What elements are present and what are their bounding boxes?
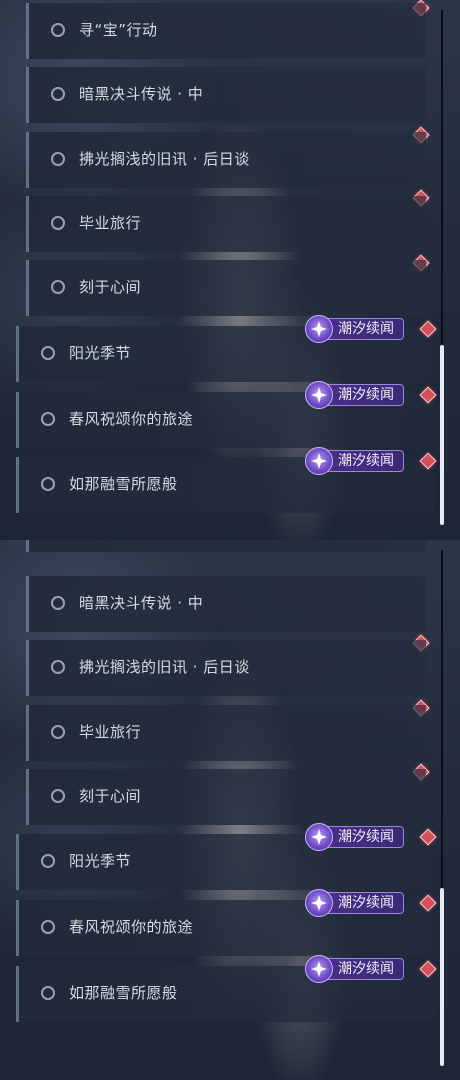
tidal-story-badge: 潮汐续闻	[305, 315, 404, 343]
radio-circle-icon	[51, 280, 65, 294]
quest-item-label: 春风祝颂你的旅途	[69, 410, 194, 428]
quest-item-label: 暗黑决斗传说 · 中	[79, 594, 204, 612]
quest-item[interactable]: 拂光搁浅的旧讯 · 后日谈	[26, 640, 426, 696]
badge-label: 潮汐续闻	[338, 387, 394, 403]
quest-item-label: 拂光搁浅的旧讯 · 后日谈	[79, 658, 250, 676]
quest-item-label: 刻于心间	[79, 787, 142, 805]
tidal-story-badge: 潮汐续闻	[305, 823, 404, 851]
badge-label: 潮汐续闻	[338, 453, 394, 469]
badge-label: 潮汐续闻	[338, 961, 394, 977]
badge-label: 潮汐续闻	[338, 829, 394, 845]
sparkle-star-icon	[305, 955, 333, 983]
quest-item-label: 春风祝颂你的旅途	[69, 918, 194, 936]
radio-circle-icon	[51, 87, 65, 101]
quest-item[interactable]: 毕业旅行	[26, 705, 426, 761]
radio-circle-icon	[41, 986, 55, 1000]
sparkle-star-icon	[305, 381, 333, 409]
tidal-story-badge: 潮汐续闻	[305, 889, 404, 917]
quest-item-label: 阳光季节	[69, 852, 132, 870]
radio-circle-icon	[51, 23, 65, 37]
quest-item[interactable]: 刻于心间	[26, 769, 426, 825]
quest-item-partial[interactable]	[26, 540, 426, 552]
badge-label: 潮汐续闻	[338, 895, 394, 911]
quest-item-label: 拂光搁浅的旧讯 · 后日谈	[79, 150, 250, 168]
quest-item-label: 寻“宝”行动	[79, 21, 158, 39]
tidal-story-badge: 潮汐续闻	[305, 447, 404, 475]
radio-circle-icon	[51, 789, 65, 803]
radio-circle-icon	[41, 412, 55, 426]
sparkle-star-icon	[305, 315, 333, 343]
scrollbar-thumb[interactable]	[440, 888, 444, 1066]
quest-item-label: 阳光季节	[69, 344, 132, 362]
radio-circle-icon	[41, 346, 55, 360]
radio-circle-icon	[41, 477, 55, 491]
sparkle-star-icon	[305, 447, 333, 475]
radio-circle-icon	[51, 216, 65, 230]
badge-label: 潮汐续闻	[338, 321, 394, 337]
quest-item[interactable]: 暗黑决斗传说 · 中	[26, 67, 426, 123]
quest-item-label: 如那融雪所愿般	[69, 475, 178, 493]
radio-circle-icon	[51, 152, 65, 166]
sparkle-star-icon	[305, 823, 333, 851]
radio-circle-icon	[41, 854, 55, 868]
quest-item-label: 毕业旅行	[79, 723, 142, 741]
quest-item-label: 如那融雪所愿般	[69, 984, 178, 1002]
radio-circle-icon	[51, 660, 65, 674]
radio-circle-icon	[51, 725, 65, 739]
quest-list-panel-bottom: 暗黑决斗传说 · 中 拂光搁浅的旧讯 · 后日谈 毕业旅行 刻于心间 阳光季节 …	[0, 540, 460, 1080]
quest-item-label: 刻于心间	[79, 278, 142, 296]
radio-circle-icon	[41, 920, 55, 934]
tidal-story-badge: 潮汐续闻	[305, 381, 404, 409]
sparkle-star-icon	[305, 889, 333, 917]
quest-item[interactable]: 暗黑决斗传说 · 中	[26, 576, 426, 632]
quest-item[interactable]: 毕业旅行	[26, 196, 426, 252]
quest-item-label: 暗黑决斗传说 · 中	[79, 85, 204, 103]
quest-item[interactable]: 寻“宝”行动	[26, 3, 426, 59]
quest-item[interactable]: 拂光搁浅的旧讯 · 后日谈	[26, 132, 426, 188]
quest-list-panel-top: 寻“宝”行动 暗黑决斗传说 · 中 拂光搁浅的旧讯 · 后日谈 毕业旅行 刻于心…	[0, 0, 460, 540]
scrollbar-thumb[interactable]	[440, 345, 444, 525]
tidal-story-badge: 潮汐续闻	[305, 955, 404, 983]
radio-circle-icon	[51, 596, 65, 610]
quest-item-label: 毕业旅行	[79, 214, 142, 232]
quest-item[interactable]: 刻于心间	[26, 260, 426, 316]
